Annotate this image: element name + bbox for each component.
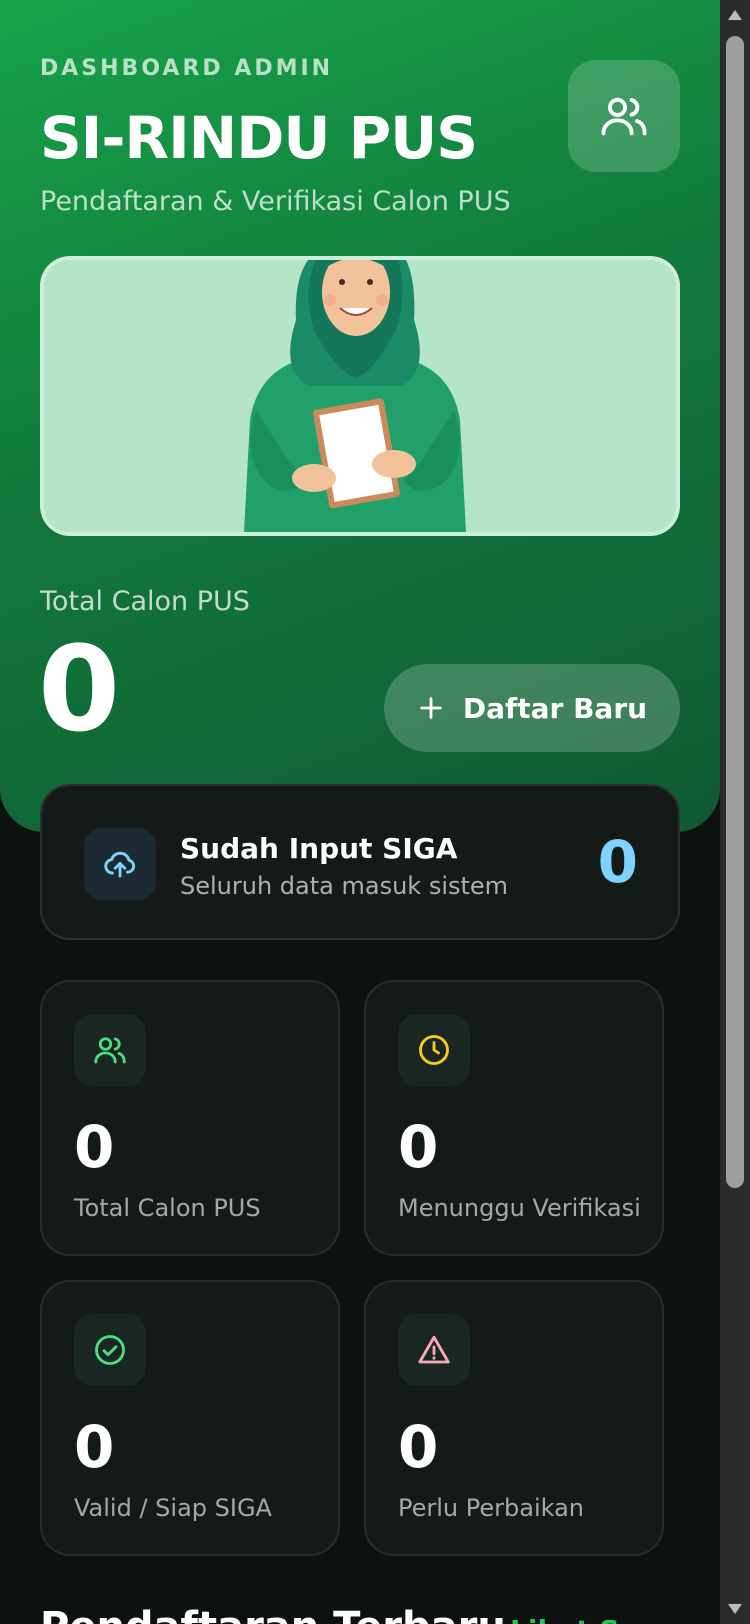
siga-subtitle: Seluruh data masuk sistem <box>180 872 509 900</box>
stat-icon-box <box>398 1014 470 1086</box>
stat-value: 0 <box>398 1413 439 1481</box>
plus-icon <box>420 697 442 719</box>
stat-card-needs-fix[interactable]: 0 Perlu Perbaikan <box>364 1280 664 1556</box>
siga-count: 0 <box>597 828 638 896</box>
scroll-down-arrow[interactable] <box>728 1604 742 1614</box>
stat-icon-box <box>398 1314 470 1386</box>
stat-label: Menunggu Verifikasi <box>398 1194 641 1222</box>
stat-label: Valid / Siap SIGA <box>74 1494 272 1522</box>
stat-value: 0 <box>74 1413 115 1481</box>
see-all-link[interactable]: Lihat Semua <box>510 1614 707 1624</box>
clock-icon <box>419 1035 449 1065</box>
scroll-up-arrow[interactable] <box>728 10 742 20</box>
register-new-label: Daftar Baru <box>462 691 648 725</box>
stat-icon-box <box>74 1314 146 1386</box>
stat-label: Perlu Perbaikan <box>398 1494 585 1522</box>
hero-total-value: 0 <box>38 620 121 758</box>
siga-title: Sudah Input SIGA <box>180 832 458 865</box>
stat-value: 0 <box>74 1113 115 1181</box>
page-scrollbar[interactable] <box>720 0 750 1624</box>
siga-input-card[interactable]: Sudah Input SIGA Seluruh data masuk sist… <box>40 784 680 940</box>
hero-total-label: Total Calon PUS <box>40 586 250 617</box>
users-icon <box>601 97 647 136</box>
warning-icon <box>418 1335 450 1364</box>
users-icon <box>94 1037 126 1064</box>
check-circle-icon <box>95 1335 125 1365</box>
scroll-thumb[interactable] <box>726 36 744 1188</box>
dashboard-eyebrow: DASHBOARD ADMIN <box>40 56 334 81</box>
stat-card-pending[interactable]: 0 Menunggu Verifikasi <box>364 980 664 1256</box>
register-new-button[interactable]: Daftar Baru <box>384 664 680 752</box>
stat-label: Total Calon PUS <box>74 1194 261 1222</box>
cloud-upload-icon <box>104 851 136 878</box>
dashboard-page: DASHBOARD ADMIN SI-RINDU PUS Pendaftaran… <box>0 0 720 1624</box>
woman-holding-clipboard-illustration <box>44 260 676 532</box>
siga-icon-box <box>84 828 156 900</box>
app-title: SI-RINDU PUS <box>40 104 478 172</box>
stat-icon-box <box>74 1014 146 1086</box>
hero-header: DASHBOARD ADMIN SI-RINDU PUS Pendaftaran… <box>0 0 720 832</box>
stat-card-valid[interactable]: 0 Valid / Siap SIGA <box>40 1280 340 1556</box>
users-menu-button[interactable] <box>568 60 680 172</box>
stat-value: 0 <box>398 1113 439 1181</box>
stat-card-total[interactable]: 0 Total Calon PUS <box>40 980 340 1256</box>
hero-illustration <box>40 256 680 536</box>
app-subtitle: Pendaftaran & Verifikasi Calon PUS <box>40 186 511 217</box>
recent-registrations-title: Pendaftaran Terbaru <box>40 1604 506 1624</box>
